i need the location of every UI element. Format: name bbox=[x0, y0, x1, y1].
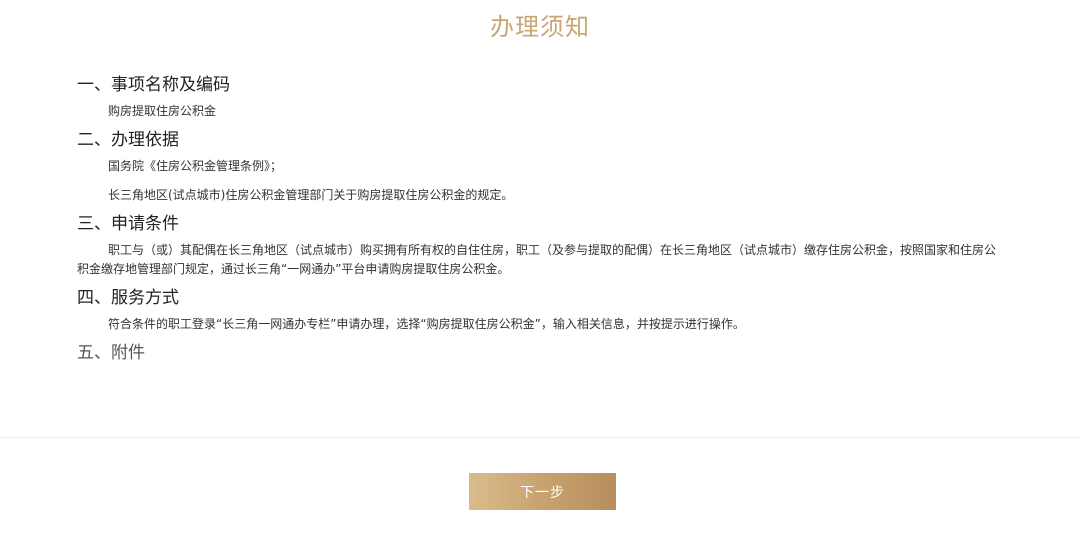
section-body: 符合条件的职工登录“长三角一网通办专栏”申请办理，选择“购房提取住房公积金”，输… bbox=[77, 315, 1007, 334]
notice-page: 办理须知 一、事项名称及编码 购房提取住房公积金 二、办理依据 国务院《住房公积… bbox=[0, 0, 1080, 533]
section-item-name-code: 一、事项名称及编码 购房提取住房公积金 bbox=[77, 72, 1007, 121]
section-heading: 一、事项名称及编码 bbox=[77, 75, 230, 95]
section-heading: 二、办理依据 bbox=[77, 130, 179, 150]
next-step-button[interactable]: 下一步 bbox=[469, 473, 616, 510]
section-application-conditions: 三、申请条件 职工与（或）其配偶在长三角地区（试点城市）购买拥有所有权的自住住房… bbox=[77, 211, 1007, 279]
section-heading: 四、服务方式 bbox=[77, 288, 179, 308]
section-service-method: 四、服务方式 符合条件的职工登录“长三角一网通办专栏”申请办理，选择“购房提取住… bbox=[77, 285, 1007, 334]
page-title: 办理须知 bbox=[490, 13, 590, 41]
section-paragraph: 长三角地区(试点城市)住房公积金管理部门关于购房提取住房公积金的规定。 bbox=[108, 188, 514, 202]
section-body: 国务院《住房公积金管理条例》； 长三角地区(试点城市)住房公积金管理部门关于购房… bbox=[77, 157, 1007, 205]
notice-content: 一、事项名称及编码 购房提取住房公积金 二、办理依据 国务院《住房公积金管理条例… bbox=[77, 72, 1007, 370]
section-heading: 五、附件 bbox=[77, 343, 145, 363]
section-legal-basis: 二、办理依据 国务院《住房公积金管理条例》； 长三角地区(试点城市)住房公积金管… bbox=[77, 127, 1007, 205]
section-paragraph: 国务院《住房公积金管理条例》； bbox=[108, 159, 283, 173]
section-paragraph: 职工与（或）其配偶在长三角地区（试点城市）购买拥有所有权的自住住房，职工（及参与… bbox=[77, 243, 997, 276]
section-attachments: 五、附件 bbox=[77, 340, 1007, 366]
section-body: 职工与（或）其配偶在长三角地区（试点城市）购买拥有所有权的自住住房，职工（及参与… bbox=[77, 241, 1007, 279]
section-body: 购房提取住房公积金 bbox=[77, 102, 1007, 121]
footer-divider bbox=[0, 437, 1080, 438]
section-paragraph: 购房提取住房公积金 bbox=[108, 104, 217, 118]
section-heading: 三、申请条件 bbox=[77, 214, 179, 234]
section-paragraph: 符合条件的职工登录“长三角一网通办专栏”申请办理，选择“购房提取住房公积金”，输… bbox=[108, 317, 745, 331]
